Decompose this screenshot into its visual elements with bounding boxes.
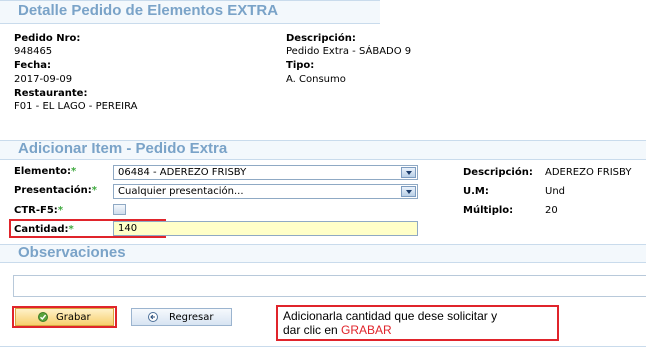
descripcion-value: Pedido Extra - SÁBADO 9 — [286, 46, 412, 57]
callout-prefix: dar clic en — [283, 323, 342, 337]
required-star: * — [68, 224, 74, 235]
required-star: * — [91, 185, 98, 196]
um-label: U.M: — [463, 186, 489, 197]
presentacion-label: Presentación:* — [14, 185, 97, 196]
item-descripcion-value: ADEREZO FRISBY — [545, 167, 632, 178]
check-icon — [38, 312, 48, 322]
arrow-left-icon — [148, 312, 158, 322]
ctr-label-text: CTR-F5: — [14, 205, 58, 216]
callout-line-1: Adicionarla cantidad que dese solicitar … — [283, 309, 498, 323]
callout-highlight: GRABAR — [341, 323, 392, 337]
observaciones-textarea[interactable] — [13, 275, 646, 297]
restaurante-label: Restaurante: — [14, 88, 88, 99]
regresar-button[interactable]: Regresar — [131, 308, 232, 326]
ctr-checkbox[interactable] — [113, 204, 126, 215]
observaciones-title: Observaciones — [18, 244, 126, 261]
restaurante-value: F01 - EL LAGO - PEREIRA — [14, 101, 138, 112]
elemento-label: Elemento:* — [14, 166, 76, 177]
multiplo-value: 20 — [545, 205, 558, 216]
pedido-label: Pedido Nro: — [14, 33, 81, 44]
cantidad-label: Cantidad:* — [14, 224, 74, 235]
grabar-button-label: Grabar — [56, 312, 91, 323]
elemento-select[interactable]: 06484 - ADEREZO FRISBY — [113, 165, 418, 180]
instruction-callout: Adicionarla cantidad que dese solicitar … — [276, 305, 559, 341]
add-item-title: Adicionar Item - Pedido Extra — [18, 140, 228, 157]
descripcion-label: Descripción: — [286, 33, 356, 44]
cantidad-input[interactable]: 140 — [113, 221, 418, 236]
fecha-label: Fecha: — [14, 60, 52, 71]
chevron-down-icon[interactable] — [401, 167, 416, 178]
regresar-button-label: Regresar — [169, 312, 214, 323]
elemento-select-value: 06484 - ADEREZO FRISBY — [118, 167, 247, 178]
fecha-value: 2017-09-09 — [14, 74, 73, 85]
required-star: * — [71, 166, 77, 177]
cantidad-input-value: 140 — [118, 223, 138, 234]
bottom-divider — [0, 346, 646, 347]
page-title: Detalle Pedido de Elementos EXTRA — [18, 2, 279, 19]
elemento-label-text: Elemento: — [14, 166, 72, 177]
required-star: * — [57, 205, 64, 216]
tipo-label: Tipo: — [286, 60, 315, 71]
um-value: Und — [545, 186, 566, 197]
cantidad-label-text: Cantidad: — [14, 224, 69, 235]
presentacion-label-text: Presentación: — [14, 185, 92, 196]
callout-line-2: dar clic en GRABAR — [283, 323, 557, 337]
item-descripcion-label: Descripción: — [463, 167, 533, 178]
presentacion-select-value: Cualquier presentación... — [118, 186, 244, 197]
multiplo-label: Múltiplo: — [463, 205, 514, 216]
presentacion-select[interactable]: Cualquier presentación... — [113, 184, 418, 199]
grabar-button[interactable]: Grabar — [15, 308, 114, 326]
chevron-down-icon[interactable] — [401, 186, 416, 197]
tipo-value: A. Consumo — [286, 74, 346, 85]
pedido-value: 948465 — [14, 46, 53, 57]
ctr-label: CTR-F5:* — [14, 205, 63, 216]
